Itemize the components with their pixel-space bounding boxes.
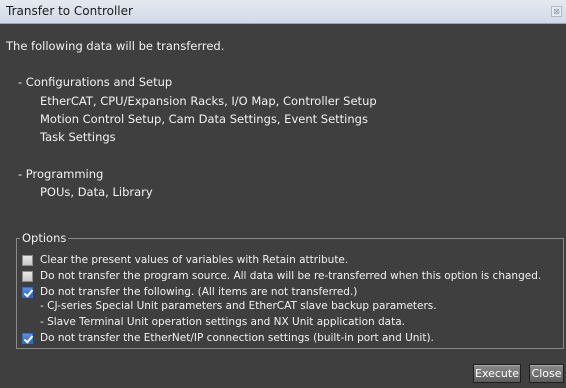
no-program-source-checkbox[interactable] [22,270,33,282]
window-title: Transfer to Controller [6,4,133,18]
no-transfer-following-checkbox[interactable] [22,286,33,298]
clear-retain-checkbox[interactable] [22,254,33,266]
option-clear-retain[interactable]: Clear the present values of variables wi… [22,253,348,267]
intro-text: The following data will be transferred. [6,39,225,53]
section-item: EtherCAT, CPU/Expansion Racks, I/O Map, … [40,94,377,108]
section-item: POUs, Data, Library [40,185,153,199]
title-bar: Transfer to Controller ⊠ [0,0,566,24]
section-heading-config: - Configurations and Setup [18,75,173,89]
options-legend: Options [20,231,69,245]
execute-button[interactable]: Execute [473,364,521,383]
option-sub-item: - Slave Terminal Unit operation settings… [40,316,405,328]
option-label: Do not transfer the EtherNet/IP connecti… [40,332,434,344]
section-item: Task Settings [40,130,116,144]
option-label: Clear the present values of variables wi… [40,254,349,266]
section-heading-programming: - Programming [18,167,104,181]
option-no-transfer-following[interactable]: Do not transfer the following. (All item… [22,285,357,299]
option-no-ethernetip[interactable]: Do not transfer the EtherNet/IP connecti… [22,331,434,345]
option-label: Do not transfer the following. (All item… [40,286,358,298]
section-item: Motion Control Setup, Cam Data Settings,… [40,112,368,126]
option-no-program-source[interactable]: Do not transfer the program source. All … [22,269,541,283]
no-ethernetip-checkbox[interactable] [22,332,33,344]
close-window-icon[interactable]: ⊠ [551,6,562,17]
option-label: Do not transfer the program source. All … [40,270,542,282]
close-button[interactable]: Close [529,364,564,383]
transfer-dialog: Transfer to Controller ⊠ The following d… [0,0,566,388]
option-sub-item: - CJ-series Special Unit parameters and … [40,300,437,312]
